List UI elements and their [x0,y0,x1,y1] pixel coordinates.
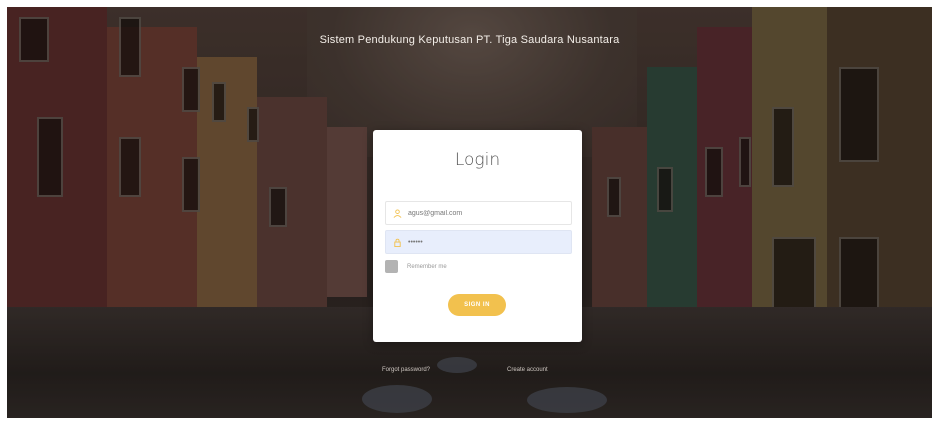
password-input[interactable] [408,238,568,246]
create-account-link[interactable]: Create account [507,367,548,373]
email-field[interactable] [385,201,572,225]
login-card: Login Remember me SIGN IN [373,130,582,342]
remember-label: Remember me [407,263,447,270]
lock-icon [392,237,402,247]
remember-me[interactable]: Remember me [385,260,447,273]
email-input[interactable] [408,209,568,217]
forgot-password-link[interactable]: Forgot password? [382,367,430,373]
login-heading: Login [454,150,501,170]
app-title: Sistem Pendukung Keputusan PT. Tiga Saud… [319,34,620,46]
password-field[interactable] [385,230,572,254]
user-icon [392,208,402,218]
sign-in-button[interactable]: SIGN IN [448,294,506,316]
remember-checkbox[interactable] [385,260,398,273]
